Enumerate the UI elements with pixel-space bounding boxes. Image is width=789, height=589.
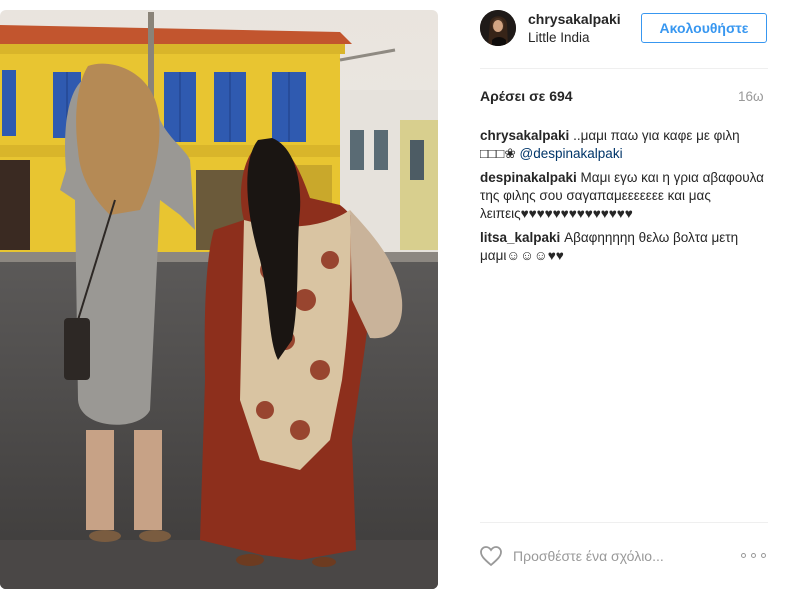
comment-username[interactable]: chrysakalpaki: [480, 128, 569, 143]
post-time[interactable]: 16ω: [738, 89, 764, 104]
comment-username[interactable]: despinakalpaki: [480, 170, 577, 185]
follow-button[interactable]: Ακολουθήστε: [641, 13, 767, 43]
divider: [480, 522, 768, 523]
post-photo[interactable]: [0, 0, 458, 589]
comment-emoji: □□□❀: [480, 146, 516, 161]
user-avatar[interactable]: [480, 10, 516, 46]
comment-username[interactable]: litsa_kalpaki: [480, 230, 560, 245]
comment-item: litsa_kalpaki Αβαφηηηηη θελω βολτα μετη …: [480, 229, 768, 265]
more-options-icon[interactable]: [741, 550, 767, 562]
comment-item: despinakalpaki Μαμι εγω και η γρια αβαφο…: [480, 169, 768, 223]
comment-text: ..μαμι παω για καφε με φιλη: [569, 128, 740, 143]
comment-item: chrysakalpaki ..μαμι παω για καφε με φιλ…: [480, 127, 768, 163]
likes-count[interactable]: Αρέσει σε 694: [480, 88, 573, 104]
comment-list: chrysakalpaki ..μαμι παω για καφε με φιλ…: [480, 127, 768, 271]
comment-input[interactable]: [513, 546, 723, 566]
post-header: chrysakalpaki Little India Ακολουθήστε: [480, 0, 768, 69]
post-location[interactable]: Little India: [528, 30, 590, 45]
like-heart-icon[interactable]: [479, 545, 503, 567]
post-username[interactable]: chrysakalpaki: [528, 11, 621, 27]
comment-mention[interactable]: @despinakalpaki: [520, 146, 623, 161]
